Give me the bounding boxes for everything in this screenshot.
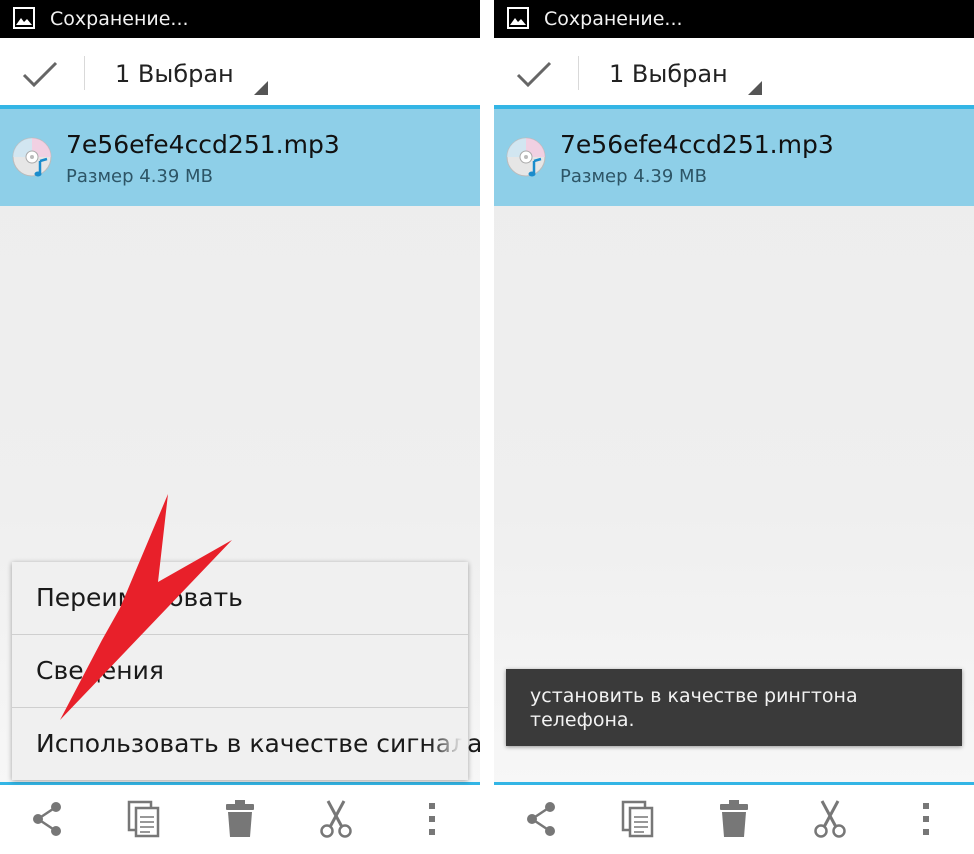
text-fade-edge [430, 708, 468, 780]
menu-item-rename[interactable]: Переименовать [12, 562, 468, 635]
action-bar: 1 Выбран [494, 38, 974, 105]
file-name: 7e56efe4ccd251.mp3 [66, 130, 340, 159]
delete-icon[interactable] [222, 799, 258, 839]
bottom-toolbar [494, 785, 974, 854]
dropdown-indicator-icon[interactable] [748, 81, 762, 95]
menu-item-use-as-ringtone[interactable]: Использовать в качестве сигнала [12, 708, 480, 781]
status-bar: Сохранение... [0, 0, 480, 38]
action-bar: 1 Выбран [0, 38, 480, 105]
share-icon[interactable] [524, 799, 560, 839]
check-icon[interactable] [22, 60, 58, 88]
overflow-menu-icon[interactable] [414, 799, 450, 839]
image-icon [13, 7, 35, 29]
right-screen: Сохранение... 1 Выбран 7e56efe4ccd251.mp… [494, 0, 974, 854]
overflow-menu-icon[interactable] [908, 799, 944, 839]
copy-icon[interactable] [620, 799, 656, 839]
action-bar-divider [578, 56, 579, 90]
left-screen: Сохранение... 1 Выбран 7e56efe4ccd251.mp… [0, 0, 480, 854]
bottom-toolbar [0, 785, 480, 854]
file-size: Размер 4.39 MB [66, 166, 213, 187]
file-row-selected[interactable]: 7e56efe4ccd251.mp3 Размер 4.39 MB [0, 109, 480, 206]
status-title: Сохранение... [50, 8, 189, 30]
cut-icon[interactable] [318, 799, 354, 839]
toast-message: установить в качестве рингтона телефона. [506, 669, 962, 746]
cut-icon[interactable] [812, 799, 848, 839]
delete-icon[interactable] [716, 799, 752, 839]
image-icon [507, 7, 529, 29]
context-popup-menu: Переименовать Сведения Использовать в ка… [12, 562, 480, 781]
selection-count-label[interactable]: 1 Выбран [115, 58, 234, 90]
menu-item-details[interactable]: Сведения [12, 635, 468, 708]
action-bar-divider [84, 56, 85, 90]
file-size: Размер 4.39 MB [560, 166, 707, 187]
file-row-selected[interactable]: 7e56efe4ccd251.mp3 Размер 4.39 MB [494, 109, 974, 206]
check-icon[interactable] [516, 60, 552, 88]
toast-text: установить в качестве рингтона телефона. [530, 685, 858, 731]
copy-icon[interactable] [126, 799, 162, 839]
music-cd-icon [506, 137, 546, 177]
music-cd-icon [12, 137, 52, 177]
status-bar: Сохранение... [494, 0, 974, 38]
status-title: Сохранение... [544, 8, 683, 30]
dropdown-indicator-icon[interactable] [254, 81, 268, 95]
selection-count-label[interactable]: 1 Выбран [609, 58, 728, 90]
file-name: 7e56efe4ccd251.mp3 [560, 130, 834, 159]
share-icon[interactable] [30, 799, 66, 839]
